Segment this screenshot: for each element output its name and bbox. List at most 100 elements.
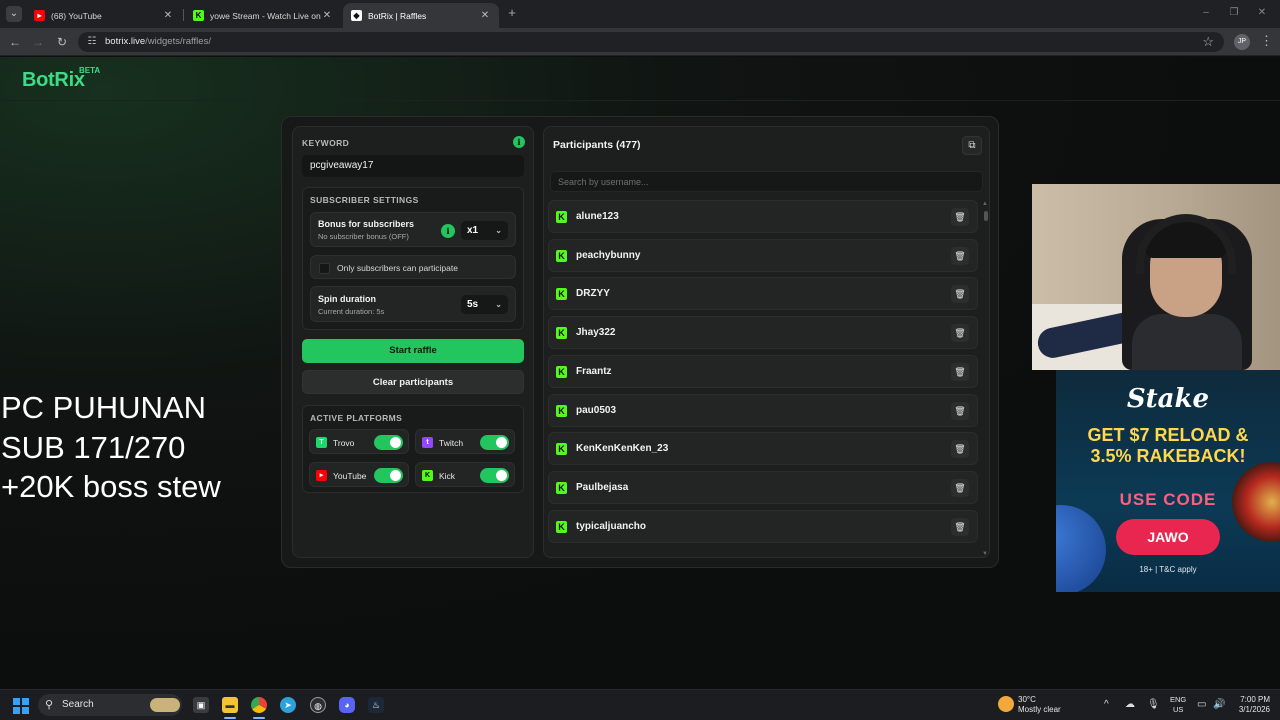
delete-icon[interactable]: 🗑 — [951, 324, 969, 343]
scroll-up-icon[interactable]: ▲ — [982, 201, 988, 207]
delete-icon[interactable]: 🗑 — [951, 208, 969, 226]
toggle-knob — [390, 437, 401, 448]
minimize-icon[interactable]: – — [1200, 7, 1212, 19]
kick-icon: K — [193, 10, 204, 21]
spin-duration-card: Spin duration Current duration: 5s 5s ⌄ — [310, 286, 516, 322]
close-icon[interactable]: ✕ — [479, 10, 491, 21]
chevron-down-icon: ⌄ — [495, 226, 502, 235]
spin-duration-select[interactable]: 5s ⌄ — [461, 295, 508, 314]
participant-name: pau0503 — [576, 404, 617, 416]
windows-taskbar: ⚲ Search ▣ ▬ ➤ ◍ ◕ ♨ 30°C Mostly clear ^… — [0, 689, 1280, 720]
keyword-input[interactable]: pcgiveaway17 — [302, 155, 524, 177]
site-info-icon[interactable]: ☷ — [86, 36, 98, 48]
raffle-settings-panel: KEYWORD i pcgiveaway17 SUBSCRIBER SETTIN… — [292, 126, 534, 558]
delete-icon[interactable]: 🗑 — [951, 401, 969, 420]
reload-button[interactable]: ↻ — [54, 34, 70, 50]
window-close-icon[interactable]: ✕ — [1256, 7, 1268, 19]
new-tab-button[interactable]: + — [505, 6, 519, 20]
tab-youtube[interactable]: ▸ (68) YouTube ✕ — [26, 3, 182, 28]
only-subscribers-label: Only subscribers can participate — [337, 263, 458, 273]
delete-icon[interactable]: 🗑 — [951, 285, 969, 304]
bookmark-star-icon[interactable]: ☆ — [1202, 34, 1214, 50]
info-icon[interactable]: i — [513, 136, 525, 148]
kick-toggle[interactable] — [480, 468, 509, 483]
subscriber-bonus-card: Bonus for subscribers No subscriber bonu… — [310, 212, 516, 247]
steam-icon[interactable]: ♨ — [368, 697, 384, 713]
keyboard-layout-indicator[interactable]: US — [1173, 705, 1183, 714]
copy-icon[interactable]: ⧉ — [962, 136, 982, 155]
delete-icon[interactable]: 🗑 — [951, 440, 969, 459]
botrix-logo[interactable]: BotRix — [22, 69, 85, 92]
participant-row: Kpau0503 🗑 — [548, 393, 978, 427]
weather-temperature[interactable]: 30°C — [1018, 695, 1036, 704]
discord-icon[interactable]: ◕ — [339, 697, 355, 713]
stake-logo: Stake — [1126, 384, 1210, 414]
active-platforms-label: ACTIVE PLATFORMS — [310, 413, 403, 423]
start-raffle-button[interactable]: Start raffle — [302, 339, 524, 363]
youtube-icon: ▸ — [34, 10, 45, 21]
bonus-multiplier-select[interactable]: x1 ⌄ — [461, 221, 508, 240]
participant-list: Kalune123 🗑 Kpeachybunny 🗑 K DRZYY 🗑 K Jhay322 🗑 K… — [548, 200, 978, 557]
browser-toolbar: ← → ↻ ☷ botrix.live/widgets/raffles/ ☆ J… — [0, 28, 1280, 56]
delete-icon[interactable]: 🗑 — [951, 478, 969, 497]
kick-icon: K — [556, 404, 567, 417]
trovo-toggle[interactable] — [374, 435, 403, 450]
ad-promo-code: JAWO — [1116, 519, 1220, 555]
weather-icon[interactable] — [998, 696, 1014, 712]
clock-time[interactable]: 7:00 PM — [1236, 695, 1270, 704]
kick-icon: K — [556, 327, 567, 340]
ad-use-code-label: USE CODE — [1119, 490, 1217, 509]
forward-button[interactable]: → — [30, 34, 46, 50]
tab-search-button[interactable]: ⌄ — [6, 6, 22, 22]
network-icon[interactable]: ▭ — [1197, 699, 1206, 710]
info-icon[interactable]: i — [441, 224, 455, 238]
task-view-icon[interactable]: ▣ — [193, 697, 209, 713]
twitch-toggle[interactable] — [480, 435, 509, 450]
spin-duration-title: Spin duration — [318, 294, 376, 304]
webcam-feed — [1032, 184, 1280, 370]
kick-icon: K — [556, 211, 567, 223]
chrome-icon[interactable] — [251, 697, 267, 713]
obs-icon[interactable]: ◍ — [310, 697, 326, 713]
bonus-title: Bonus for subscribers — [318, 219, 415, 229]
cloud-icon[interactable]: ☁ — [1125, 699, 1135, 710]
ad-headline: GET $7 RELOAD & 3.5% RAKEBACK! — [1087, 425, 1249, 466]
tab-botrix-raffles[interactable]: ◆ BotRix | Raffles ✕ — [343, 3, 499, 28]
close-icon[interactable]: ✕ — [162, 10, 174, 21]
scroll-thumb[interactable] — [984, 211, 988, 221]
only-subscribers-card[interactable]: Only subscribers can participate — [310, 255, 516, 279]
spin-duration-subtitle: Current duration: 5s — [318, 307, 385, 316]
close-icon[interactable]: ✕ — [321, 10, 333, 21]
participant-search-input[interactable] — [550, 171, 983, 192]
volume-icon[interactable]: 🔊 — [1213, 699, 1225, 710]
delete-icon[interactable]: 🗑 — [951, 246, 969, 265]
platform-twitch: t Twitch — [415, 429, 515, 454]
youtube-toggle[interactable] — [374, 468, 403, 483]
participant-name: Fraantz — [576, 365, 612, 377]
browser-menu-icon[interactable]: ⋮ — [1260, 33, 1273, 49]
clear-participants-button[interactable]: Clear participants — [302, 370, 524, 394]
page-content: BotRix BETA KEYWORD i pcgiveaway17 SUBSC… — [0, 57, 1280, 689]
language-indicator[interactable]: ENG — [1170, 695, 1186, 704]
clock-date[interactable]: 3/1/2026 — [1230, 705, 1270, 714]
microphone-icon[interactable]: 🎙 — [1147, 699, 1160, 710]
platform-kick: K Kick — [415, 462, 515, 487]
delete-icon[interactable]: 🗑 — [951, 517, 969, 536]
participant-scrollbar[interactable]: ▲ ▼ — [982, 201, 988, 557]
telegram-icon[interactable]: ➤ — [280, 697, 296, 713]
file-explorer-icon[interactable]: ▬ — [222, 697, 238, 713]
address-bar[interactable]: ☷ botrix.live/widgets/raffles/ ☆ — [78, 32, 1224, 52]
participant-name: DRZYY — [576, 288, 610, 300]
scroll-down-icon[interactable]: ▼ — [982, 551, 988, 557]
profile-avatar[interactable]: JP — [1234, 34, 1250, 50]
tab-kick-stream[interactable]: K yowe Stream - Watch Live on Kick ✕ — [185, 3, 341, 28]
restore-icon[interactable]: ❐ — [1228, 7, 1240, 19]
chevron-up-icon[interactable]: ^ — [1104, 699, 1109, 710]
delete-icon[interactable]: 🗑 — [951, 362, 969, 381]
participant-row: Kalune123 🗑 — [548, 200, 978, 233]
windows-start-icon[interactable] — [13, 698, 29, 714]
only-subscribers-checkbox[interactable] — [319, 263, 330, 274]
back-button[interactable]: ← — [7, 34, 23, 50]
weather-condition[interactable]: Mostly clear — [1018, 705, 1061, 714]
taskbar-search[interactable]: ⚲ Search — [38, 694, 182, 716]
